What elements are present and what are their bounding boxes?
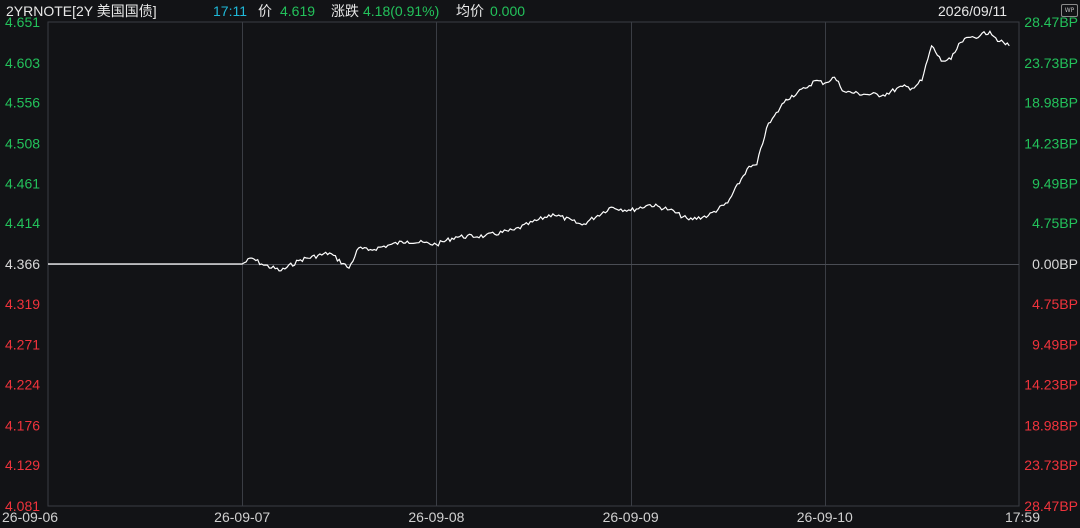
y-tick-label: 4.508	[5, 135, 40, 151]
y-tick-label: 4.224	[5, 377, 40, 393]
x-tick-label: 26-09-06	[2, 509, 58, 525]
y-tick-label-bp: 9.49BP	[1032, 337, 1078, 353]
y-tick-label-bp: 4.75BP	[1032, 215, 1078, 231]
x-tick-label: 26-09-09	[603, 509, 659, 525]
y-tick-label-bp: 23.73BP	[1024, 457, 1078, 473]
y-tick-label-bp: 4.75BP	[1032, 296, 1078, 312]
x-tick-label: 26-09-10	[797, 509, 853, 525]
y-tick-label: 4.319	[5, 296, 40, 312]
y-axis-left: 4.651 4.603 4.556 4.508 4.461 4.414 4.366 4.319…	[5, 14, 40, 514]
y-tick-label: 4.556	[5, 95, 40, 111]
y-tick-label-bp: 18.98BP	[1024, 417, 1078, 433]
y-tick-label: 4.603	[5, 55, 40, 71]
price-chart[interactable]: 4.651 4.603 4.556 4.508 4.461 4.414 4.366 4.319…	[0, 0, 1080, 528]
y-tick-label-bp: 23.73BP	[1024, 55, 1078, 71]
x-axis: 26-09-06 26-09-07 26-09-08 26-09-09 26-09-10…	[2, 509, 1040, 525]
x-tick-label: 17:59	[1005, 509, 1040, 525]
y-tick-label-bp: 18.98BP	[1024, 95, 1078, 111]
y-tick-label-bp: 14.23BP	[1024, 377, 1078, 393]
y-axis-right: 28.47BP 23.73BP 18.98BP 14.23BP 9.49BP 4.75BP…	[1024, 14, 1078, 514]
x-tick-label: 26-09-08	[408, 509, 464, 525]
y-tick-label: 4.366	[5, 256, 40, 272]
x-tick-label: 26-09-07	[214, 509, 270, 525]
y-tick-label: 4.271	[5, 337, 40, 353]
y-tick-label: 4.414	[5, 215, 40, 231]
y-tick-label-bp: 14.23BP	[1024, 135, 1078, 151]
y-tick-label-bp: 28.47BP	[1024, 14, 1078, 30]
y-tick-label: 4.176	[5, 417, 40, 433]
y-tick-label: 4.461	[5, 175, 40, 191]
y-tick-label: 4.129	[5, 457, 40, 473]
y-tick-label-bp: 9.49BP	[1032, 175, 1078, 191]
y-tick-label-bp: 0.00BP	[1032, 256, 1078, 272]
y-tick-label: 4.651	[5, 14, 40, 30]
price-series-line	[48, 30, 1010, 272]
